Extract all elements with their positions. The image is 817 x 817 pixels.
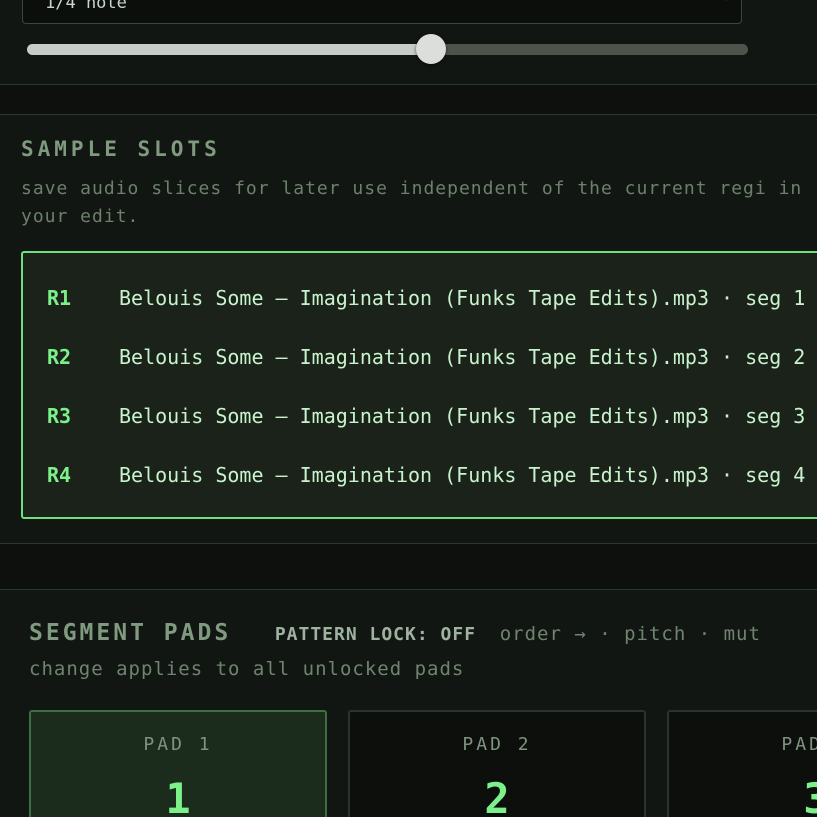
- pattern-lock-toggle[interactable]: PATTERN LOCK: OFF: [275, 624, 476, 645]
- pad-label: PAD 2: [462, 734, 532, 755]
- segment-pads-title: SEGMENT PADS: [29, 620, 232, 646]
- division-slider-fill: [27, 44, 431, 55]
- segment-pads-header: SEGMENT PADS PATTERN LOCK: OFF order → ·…: [29, 620, 761, 646]
- app-root: 1/4 note SAMPLE SLOTS save audio slices …: [0, 0, 817, 817]
- slot-id: R1: [47, 286, 72, 310]
- sample-slot-r2[interactable]: R2 Belouis Some – Imagination (Funks Tap…: [23, 337, 817, 377]
- sample-slots-title: SAMPLE SLOTS: [21, 137, 221, 161]
- sample-slot-r1[interactable]: R1 Belouis Some – Imagination (Funks Tap…: [23, 278, 817, 318]
- slot-name: Belouis Some – Imagination (Funks Tape E…: [119, 404, 806, 428]
- pad-1[interactable]: PAD 1 1: [29, 710, 327, 817]
- slot-name: Belouis Some – Imagination (Funks Tape E…: [119, 286, 806, 310]
- slot-id: R4: [47, 463, 72, 487]
- pad-2[interactable]: PAD 2 2: [348, 710, 646, 817]
- division-slider-thumb[interactable]: [415, 34, 446, 64]
- note-division-value: 1/4 note: [45, 0, 127, 13]
- pad-number: 3: [803, 774, 817, 817]
- slot-name: Belouis Some – Imagination (Funks Tape E…: [119, 345, 806, 369]
- sample-slots-list: R1 Belouis Some – Imagination (Funks Tap…: [21, 251, 817, 519]
- pad-number: 2: [484, 774, 510, 817]
- sample-slot-r4[interactable]: R4 Belouis Some – Imagination (Funks Tap…: [23, 455, 817, 495]
- slot-name: Belouis Some – Imagination (Funks Tape E…: [119, 463, 806, 487]
- division-slider-track[interactable]: [27, 44, 748, 55]
- pad-label: PAD 3: [781, 734, 817, 755]
- note-division-panel: 1/4 note: [0, 0, 817, 85]
- segment-pads-subtitle: change applies to all unlocked pads: [29, 658, 465, 680]
- sample-slots-description: save audio slices for later use independ…: [21, 178, 803, 227]
- chevron-down-icon: [725, 0, 727, 1]
- pad-number: 1: [165, 774, 191, 817]
- pad-label: PAD 1: [143, 734, 213, 755]
- slot-id: R2: [47, 345, 72, 369]
- pad-order-options[interactable]: order → · pitch · mut: [500, 623, 761, 645]
- note-division-select[interactable]: 1/4 note: [22, 0, 742, 24]
- segment-pads-panel: SEGMENT PADS PATTERN LOCK: OFF order → ·…: [0, 589, 817, 817]
- slot-id: R3: [47, 404, 72, 428]
- sample-slots-panel: SAMPLE SLOTS save audio slices for later…: [0, 114, 817, 544]
- pad-3[interactable]: PAD 3 3: [667, 710, 817, 817]
- sample-slot-r3[interactable]: R3 Belouis Some – Imagination (Funks Tap…: [23, 396, 817, 436]
